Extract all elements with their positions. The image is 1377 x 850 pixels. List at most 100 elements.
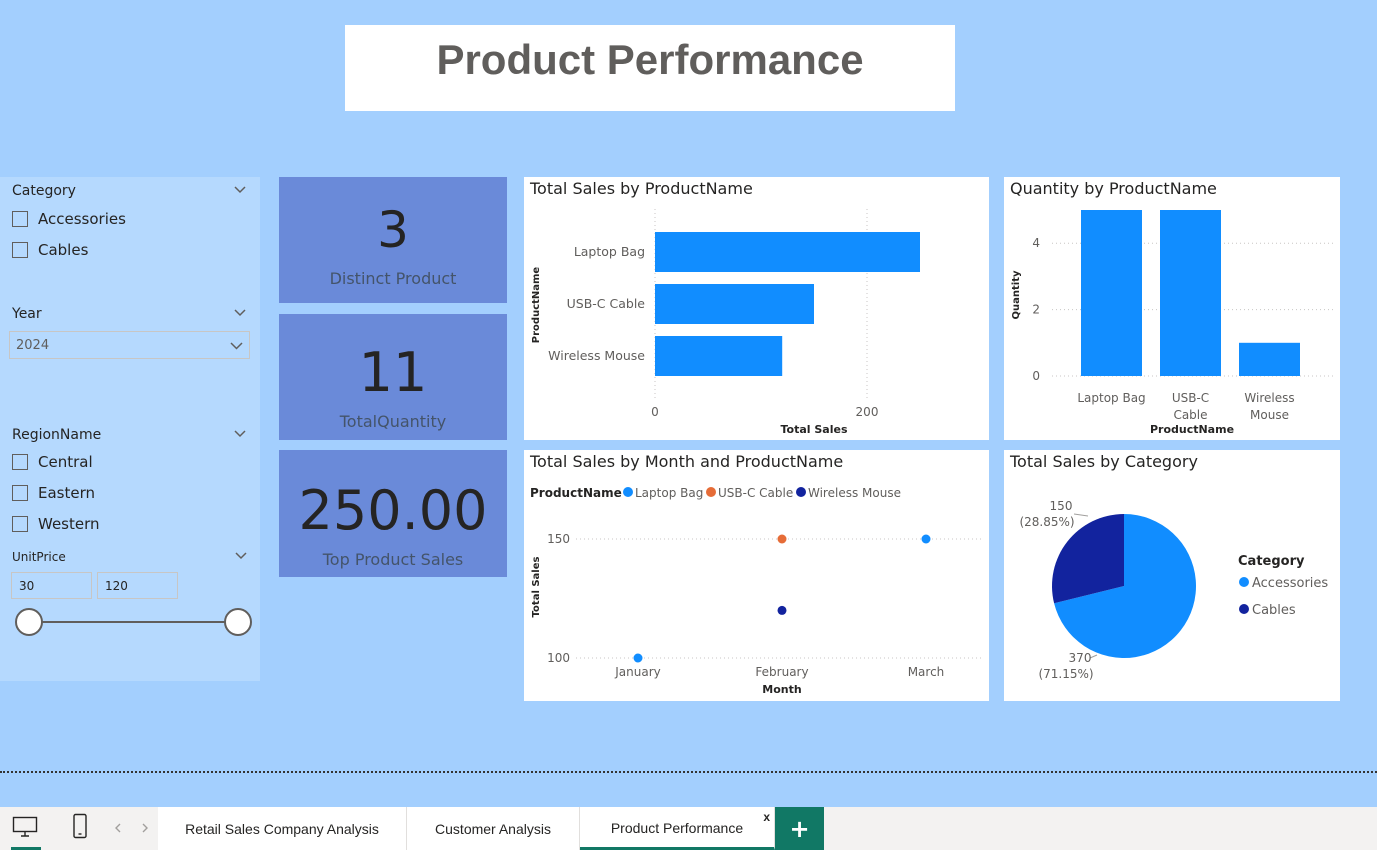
card-label: Top Product Sales bbox=[322, 550, 464, 569]
scatter-point[interactable] bbox=[777, 605, 787, 615]
x-axis-title: Month bbox=[762, 683, 801, 696]
chart-quantity-by-product[interactable]: Quantity by ProductName 0 2 4 Laptop Bag USB… bbox=[1004, 177, 1340, 440]
chevron-down-icon[interactable] bbox=[234, 186, 246, 194]
pie-data-label: (28.85%) bbox=[1019, 515, 1074, 529]
chevron-right-icon[interactable] bbox=[141, 823, 149, 833]
unitprice-slider-min-handle[interactable] bbox=[15, 608, 43, 636]
y-tick-label: 2 bbox=[1032, 303, 1040, 317]
scatter-point[interactable] bbox=[921, 534, 931, 544]
y-tick-label: 150 bbox=[547, 532, 570, 546]
chevron-down-icon[interactable] bbox=[235, 552, 247, 560]
bar[interactable] bbox=[655, 284, 814, 324]
chart-sales-by-month[interactable]: Total Sales by Month and ProductName 100… bbox=[524, 450, 989, 701]
legend-label[interactable]: Cables bbox=[1252, 603, 1296, 618]
option-label: Western bbox=[38, 515, 100, 533]
page-title: Product Performance bbox=[436, 36, 864, 83]
y-tick-label: Laptop Bag bbox=[574, 244, 645, 259]
checkbox[interactable] bbox=[12, 485, 28, 501]
card-value: 3 bbox=[377, 201, 409, 259]
tab-customer-analysis[interactable]: Customer Analysis bbox=[407, 807, 580, 850]
page-tab-bar: Retail Sales Company Analysis Customer A… bbox=[0, 807, 1377, 850]
option-label: Eastern bbox=[38, 484, 96, 502]
card-label: Distinct Product bbox=[329, 269, 457, 288]
x-tick-label: January bbox=[614, 665, 661, 679]
mobile-icon[interactable] bbox=[72, 813, 88, 839]
x-tick-label: 200 bbox=[856, 405, 879, 419]
x-tick-label: Wireless Mouse bbox=[1244, 391, 1294, 422]
chevron-down-icon[interactable] bbox=[234, 430, 246, 438]
legend-label[interactable]: Laptop Bag bbox=[635, 486, 703, 500]
checkbox[interactable] bbox=[12, 242, 28, 258]
option-label: Accessories bbox=[38, 210, 126, 228]
x-axis-title: ProductName bbox=[1150, 423, 1234, 436]
card-distinct-product: 3 Distinct Product bbox=[279, 177, 507, 303]
chevron-down-icon[interactable] bbox=[230, 342, 243, 350]
column-chart-svg: 0 2 4 Laptop Bag USB-C Cable Wireless Mouse Prod… bbox=[1011, 210, 1334, 436]
card-value: 250.00 bbox=[298, 479, 488, 542]
option-label: Cables bbox=[38, 241, 89, 259]
x-tick-label: 0 bbox=[651, 405, 659, 419]
pie-data-label: (71.15%) bbox=[1038, 667, 1093, 681]
legend-label[interactable]: Accessories bbox=[1252, 576, 1328, 591]
tab-label: Retail Sales Company Analysis bbox=[185, 820, 379, 837]
tab-product-performance[interactable]: Product Performance x bbox=[580, 807, 775, 850]
checkbox[interactable] bbox=[12, 454, 28, 470]
legend-marker bbox=[796, 487, 806, 497]
legend-label[interactable]: USB-C Cable bbox=[718, 486, 793, 500]
hbar-chart-svg: 0 200 Laptop Bag USB-C Cable Wireless Mouse T… bbox=[531, 209, 920, 436]
checkbox[interactable] bbox=[12, 211, 28, 227]
page-title-box: Product Performance bbox=[345, 25, 955, 111]
legend-marker bbox=[1239, 577, 1249, 587]
unitprice-min-input[interactable]: 30 bbox=[11, 572, 92, 599]
chevron-down-icon[interactable] bbox=[234, 309, 246, 317]
bar[interactable] bbox=[1239, 342, 1300, 376]
legend-marker bbox=[1239, 604, 1249, 614]
pie-chart-svg: 370 (71.15%) 150 (28.85%) Category Accessorie… bbox=[1019, 499, 1328, 681]
unitprice-max-input[interactable]: 120 bbox=[97, 572, 178, 599]
bar[interactable] bbox=[655, 336, 783, 376]
bar[interactable] bbox=[1160, 210, 1221, 376]
unitprice-slider-max-handle[interactable] bbox=[224, 608, 252, 636]
card-value: 11 bbox=[358, 341, 428, 404]
checkbox[interactable] bbox=[12, 516, 28, 532]
chevron-left-icon[interactable] bbox=[114, 823, 122, 833]
scatter-point[interactable] bbox=[777, 534, 787, 544]
y-tick-label: 100 bbox=[547, 651, 570, 665]
legend-label[interactable]: Wireless Mouse bbox=[808, 486, 901, 500]
desktop-icon[interactable] bbox=[12, 816, 38, 838]
slicer-panel: Category Accessories Cables Year 2024 Re… bbox=[0, 177, 260, 681]
y-axis-title: Quantity bbox=[1011, 270, 1022, 319]
region-option-eastern[interactable]: Eastern bbox=[12, 484, 95, 502]
scatter-point[interactable] bbox=[633, 653, 643, 663]
bar[interactable] bbox=[1081, 210, 1142, 376]
chart-sales-by-product[interactable]: Total Sales by ProductName 0 200 Laptop Ba… bbox=[524, 177, 989, 440]
y-tick-label: 0 bbox=[1032, 369, 1040, 383]
category-option-accessories[interactable]: Accessories bbox=[12, 210, 126, 228]
tab-close-icon[interactable]: x bbox=[763, 810, 770, 824]
category-option-cables[interactable]: Cables bbox=[12, 241, 88, 259]
x-tick-label: Laptop Bag bbox=[1077, 391, 1145, 405]
x-tick-label: March bbox=[908, 665, 945, 679]
legend-marker bbox=[706, 487, 716, 497]
y-axis-title: ProductName bbox=[531, 267, 542, 344]
y-axis-title: Total Sales bbox=[531, 557, 542, 618]
year-dropdown[interactable]: 2024 bbox=[9, 331, 250, 359]
tab-retail-sales[interactable]: Retail Sales Company Analysis bbox=[158, 807, 407, 850]
x-axis-title: Total Sales bbox=[780, 423, 847, 436]
card-label: TotalQuantity bbox=[339, 412, 447, 431]
legend-title: Category bbox=[1238, 554, 1305, 569]
region-option-western[interactable]: Western bbox=[12, 515, 100, 533]
region-slicer-title: RegionName bbox=[12, 427, 102, 443]
card-top-product-sales: 250.00 Top Product Sales bbox=[279, 450, 507, 577]
region-option-central[interactable]: Central bbox=[12, 453, 93, 471]
add-page-button[interactable]: + bbox=[775, 807, 824, 850]
year-slicer-title: Year bbox=[12, 306, 42, 322]
y-tick-label: Wireless Mouse bbox=[548, 348, 645, 363]
unitprice-slider-track[interactable] bbox=[28, 621, 238, 623]
bar[interactable] bbox=[655, 232, 920, 272]
unitprice-slicer-title: UnitPrice bbox=[12, 550, 66, 564]
x-tick-label: USB-C Cable bbox=[1172, 391, 1209, 422]
chart-sales-by-category[interactable]: Total Sales by Category 370 (71.15%) 150 (2… bbox=[1004, 450, 1340, 701]
pie-data-label: 370 bbox=[1069, 651, 1092, 665]
tab-label: Customer Analysis bbox=[435, 820, 551, 837]
